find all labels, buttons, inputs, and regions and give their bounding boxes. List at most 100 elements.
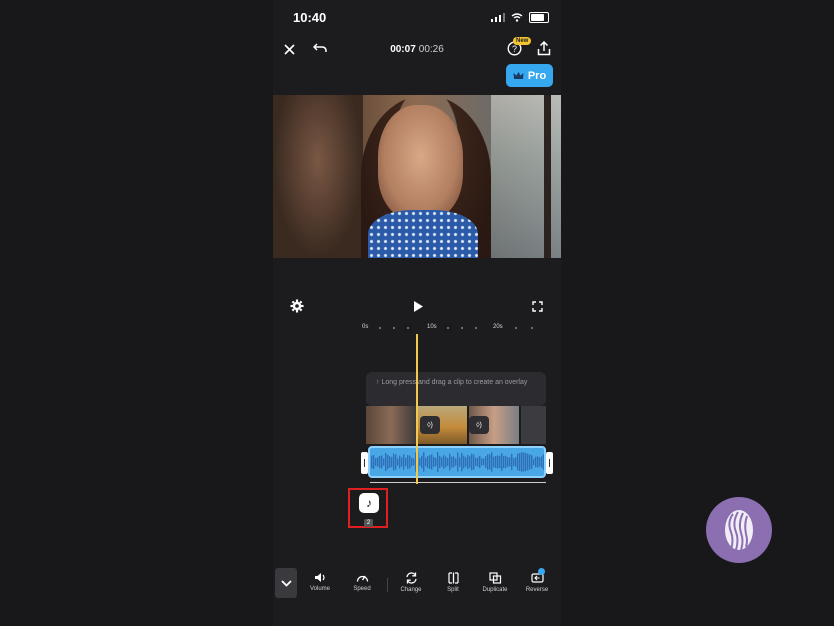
waveform-bar [495, 455, 497, 469]
waveform-bar [503, 455, 505, 469]
video-clip[interactable] [366, 406, 416, 444]
waveform-bar [403, 454, 405, 470]
battery-icon [529, 12, 549, 23]
waveform-bar [431, 454, 433, 470]
play-button[interactable] [410, 298, 426, 314]
settings-button[interactable] [289, 298, 305, 314]
signal-icon [491, 13, 505, 22]
video-track[interactable] [366, 406, 547, 444]
status-time: 10:40 [293, 10, 327, 25]
ruler-tick-10s: 10s [427, 324, 437, 330]
video-woman-face [378, 105, 463, 220]
brand-logo [706, 497, 772, 563]
audio-trim-handle-right[interactable] [546, 452, 553, 474]
ruler-dot [515, 327, 517, 329]
collapse-button[interactable] [275, 568, 297, 598]
waveform-bar [387, 454, 389, 470]
ruler-tick-20s: 20s [493, 324, 503, 330]
change-icon [405, 572, 417, 584]
pro-button[interactable]: Pro [506, 64, 553, 87]
waveform-bar [531, 455, 533, 469]
waveform-bar [479, 455, 481, 469]
waveform-bar [411, 457, 413, 467]
tool-reverse[interactable]: Reverse [518, 568, 556, 593]
waveform-bar [481, 458, 483, 466]
waveform-bar [499, 455, 501, 469]
waveform-bar [469, 456, 471, 468]
waveform-bar [451, 456, 453, 468]
waveform-bar [489, 454, 491, 470]
transition-button[interactable]: ◊) [420, 416, 440, 434]
waveform-bar [493, 456, 495, 468]
waveform-bar [517, 453, 519, 471]
waveform-bar [435, 457, 437, 467]
audio-track[interactable] [368, 446, 546, 478]
waveform-bar [443, 455, 445, 469]
audio-trim-handle-left[interactable] [361, 452, 368, 474]
waveform-bar [409, 455, 411, 469]
waveform-bar [371, 455, 373, 469]
tool-change[interactable]: Change [392, 572, 430, 593]
ruler-dot [379, 327, 381, 329]
waveform-bar [397, 458, 399, 466]
duplicate-icon [488, 572, 501, 584]
waveform-bar [401, 457, 403, 467]
ruler-dot [531, 327, 533, 329]
tool-speed[interactable]: Speed [343, 572, 381, 592]
waveform-bar [393, 453, 395, 471]
waveform-bar [473, 454, 475, 470]
waveform-bar [459, 457, 461, 467]
tool-duplicate-label: Duplicate [482, 587, 508, 593]
video-post [544, 95, 551, 258]
ruler-dot [447, 327, 449, 329]
music-note-icon: ♪ [359, 493, 379, 513]
waveform-bar [389, 456, 391, 468]
waveform-bar [381, 455, 383, 469]
tool-split[interactable]: Split [434, 572, 472, 593]
video-clip[interactable] [521, 406, 547, 444]
tool-volume-label: Volume [309, 586, 330, 592]
waveform-bar [529, 454, 531, 470]
waveform-bar [461, 452, 463, 472]
new-badge: New [513, 37, 532, 45]
waveform-bar [487, 454, 489, 470]
waveform-bar [457, 452, 459, 472]
waveform-bar [505, 455, 507, 469]
waveform-bar [537, 456, 539, 468]
crown-icon [513, 72, 524, 79]
tool-volume[interactable]: Volume [301, 572, 339, 592]
current-time: 00:07 [390, 44, 416, 55]
add-music-button[interactable]: ♪ 2 [348, 488, 388, 528]
waveform-bar [455, 458, 457, 466]
transition-button[interactable]: ◊) [469, 416, 489, 434]
waveform-bar [399, 455, 401, 469]
fullscreen-button[interactable] [529, 298, 545, 314]
tool-duplicate[interactable]: Duplicate [476, 572, 514, 593]
overlay-hint-text: Long press and drag a clip to create an … [381, 379, 528, 386]
waveform-bar [535, 456, 537, 468]
export-button[interactable] [536, 40, 552, 56]
waveform-bar [471, 453, 473, 471]
svg-text:?: ? [511, 44, 516, 54]
pro-label: Pro [527, 69, 547, 82]
waveform-bar [385, 452, 387, 472]
fullscreen-icon [531, 300, 543, 312]
transition-icon: ◊) [427, 421, 433, 429]
playhead[interactable] [416, 334, 418, 484]
waveform-bar [379, 455, 381, 469]
bottom-toolbar: Volume Speed Change Split Duplicate Reve… [273, 564, 561, 602]
waveform-bar [519, 452, 521, 472]
total-time: 00:26 [418, 44, 444, 55]
waveform-bar [445, 456, 447, 468]
ruler-dot [393, 327, 395, 329]
waveform-bar [395, 454, 397, 470]
waveform-bar [375, 458, 377, 466]
waveform-bar [413, 458, 415, 466]
waveform-bar [523, 452, 525, 472]
wifi-icon [511, 13, 523, 22]
waveform-bar [485, 456, 487, 468]
face-profile-logo-icon [725, 510, 753, 551]
video-preview[interactable] [273, 95, 561, 258]
waveform-bar [391, 457, 393, 467]
waveform-bar [441, 457, 443, 467]
